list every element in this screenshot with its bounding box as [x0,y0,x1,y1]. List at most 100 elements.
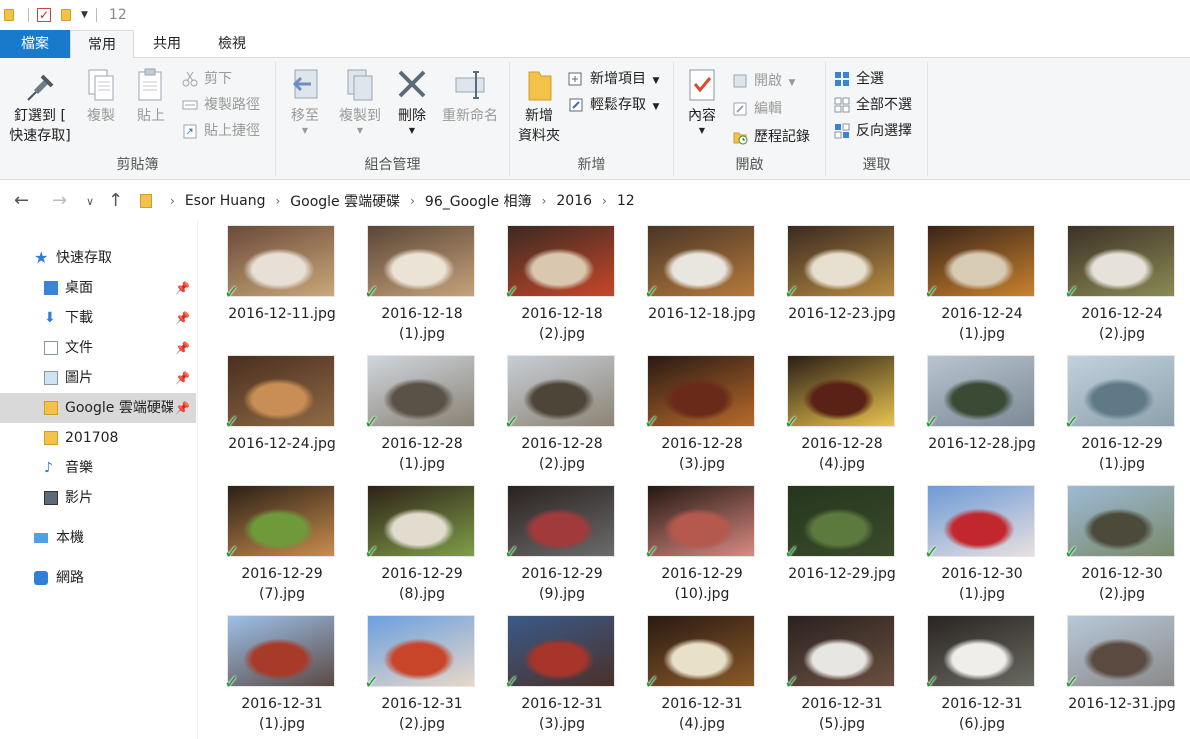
new-folder-button[interactable]: 新增 資料夾 [514,68,564,146]
easy-access-button[interactable]: 輕鬆存取 ▼ [568,94,659,116]
properties-chevron-icon: ▼ [698,126,706,135]
select-none-label: 全部不選 [856,97,912,113]
file-item[interactable]: ✓ 2016-12-29 (10).jpg [620,480,760,610]
pin-icon [24,68,56,102]
file-item[interactable]: ✓ 2016-12-29 (9).jpg [480,480,620,610]
file-item[interactable]: ✓ 2016-12-28 (1).jpg [340,350,480,480]
sidebar-item-documents[interactable]: 文件 📌 [0,333,196,363]
recent-locations-chevron-icon[interactable]: ∨ [86,195,94,208]
file-item[interactable]: ✓ 2016-12-31 (1).jpg [200,610,340,739]
sidebar-item-videos[interactable]: 影片 [0,483,196,513]
sidebar-item-desktop[interactable]: 桌面 📌 [0,273,196,303]
breadcrumb-chevron-icon[interactable]: › [170,194,175,208]
back-arrow-icon[interactable]: ← [14,190,29,211]
file-item[interactable]: ✓ 2016-12-29 (8).jpg [340,480,480,610]
sync-status-check-icon: ✓ [784,672,800,693]
sync-status-check-icon: ✓ [644,282,660,303]
file-item[interactable]: ✓ 2016-12-31 (5).jpg [760,610,900,739]
file-item[interactable]: ✓ 2016-12-28 (2).jpg [480,350,620,480]
properties-icon [686,68,718,102]
tab-view[interactable]: 檢視 [200,30,264,58]
tab-home[interactable]: 常用 [70,30,134,59]
file-item[interactable]: ✓ 2016-12-28 (4).jpg [760,350,900,480]
file-item[interactable]: ✓ 2016-12-24.jpg [200,350,340,480]
file-name: 2016-12-31.jpg [1068,696,1176,712]
invert-selection-button[interactable]: 反向選擇 [834,120,912,142]
file-item[interactable]: ✓ 2016-12-23.jpg [760,220,900,350]
breadcrumb-2016[interactable]: 2016 [556,193,592,209]
sync-status-check-icon: ✓ [1064,412,1080,433]
select-none-button[interactable]: 全部不選 [834,94,912,116]
paste-button[interactable]: 貼上 [128,68,174,126]
sync-status-check-icon: ✓ [644,542,660,563]
select-all-button[interactable]: 全選 [834,68,884,90]
file-item[interactable]: ✓ 2016-12-30 (2).jpg [1040,480,1180,610]
file-item[interactable]: ✓ 2016-12-31.jpg [1040,610,1180,739]
file-item[interactable]: ✓ 2016-12-24 (2).jpg [1040,220,1180,350]
copy-path-button[interactable]: 複製路徑 [182,94,260,116]
new-item-button[interactable]: 新增項目 ▼ [568,68,659,90]
select-group: 全選 全部不選 反向選擇 選取 [826,62,928,176]
tab-share[interactable]: 共用 [134,30,200,58]
breadcrumb-chevron-icon[interactable]: › [275,194,280,208]
select-all-label: 全選 [856,71,884,87]
file-item[interactable]: ✓ 2016-12-29.jpg [760,480,900,610]
delete-button[interactable]: 刪除 ▼ [390,68,434,136]
properties-icon[interactable]: ✓ [37,8,51,22]
sync-status-check-icon: ✓ [924,282,940,303]
breadcrumb-12[interactable]: 12 [617,193,635,209]
clipboard-group: 釘選到 [ 快速存取] 複製 貼上 剪下 複製路徑 貼上捷徑 剪貼簿 [0,62,276,176]
file-item[interactable]: ✓ 2016-12-31 (3).jpg [480,610,620,739]
sidebar-item-music[interactable]: ♪ 音樂 [0,453,196,483]
file-item[interactable]: ✓ 2016-12-24 (1).jpg [900,220,1040,350]
file-item[interactable]: ✓ 2016-12-18.jpg [620,220,760,350]
copy-path-label: 複製路徑 [204,97,260,113]
sidebar-item-network[interactable]: 網路 [0,563,196,593]
breadcrumb-chevron-icon[interactable]: › [602,194,607,208]
breadcrumb-google-drive[interactable]: Google 雲端硬碟 [290,191,400,211]
breadcrumb-esor-huang[interactable]: Esor Huang [185,193,266,209]
file-item[interactable]: ✓ 2016-12-31 (6).jpg [900,610,1040,739]
history-button[interactable]: 歷程記錄 [732,126,810,148]
sidebar-item-pictures[interactable]: 圖片 📌 [0,363,196,393]
copy-button[interactable]: 複製 [78,68,124,126]
sync-status-check-icon: ✓ [784,542,800,563]
new-folder-icon [523,68,555,102]
computer-icon [34,533,48,543]
sync-status-check-icon: ✓ [644,412,660,433]
file-item[interactable]: ✓ 2016-12-18 (2).jpg [480,220,620,350]
cut-button[interactable]: 剪下 [182,68,232,90]
file-item[interactable]: ✓ 2016-12-28.jpg [900,350,1040,480]
copy-to-icon [344,68,376,102]
move-to-button[interactable]: 移至 ▼ [280,68,330,136]
sidebar-item-201708[interactable]: 201708 [0,423,196,453]
file-item[interactable]: ✓ 2016-12-29 (7).jpg [200,480,340,610]
pin-to-quick-access-button[interactable]: 釘選到 [ 快速存取] [6,68,74,146]
rename-button[interactable]: 重新命名 [436,68,504,126]
customize-toolbar-chevron-icon[interactable]: ▼ [81,10,88,20]
up-arrow-icon[interactable]: ↑ [108,190,123,211]
open-button[interactable]: 開啟 ▼ [732,70,795,92]
edit-button[interactable]: 編輯 [732,98,782,120]
address-bar[interactable]: › Esor Huang › Google 雲端硬碟 › 96_Google 相… [134,187,1190,215]
new-folder-icon[interactable] [61,9,71,21]
file-item[interactable]: ✓ 2016-12-18 (1).jpg [340,220,480,350]
breadcrumb-google-photos[interactable]: 96_Google 相簿 [425,191,532,211]
file-item[interactable]: ✓ 2016-12-29 (1).jpg [1040,350,1180,480]
sidebar-item-this-pc[interactable]: 本機 [0,523,196,553]
file-item[interactable]: ✓ 2016-12-31 (2).jpg [340,610,480,739]
sidebar-item-quick-access[interactable]: ★ 快速存取 [0,243,196,273]
properties-button[interactable]: 內容 ▼ [678,68,726,136]
file-item[interactable]: ✓ 2016-12-28 (3).jpg [620,350,760,480]
file-item[interactable]: ✓ 2016-12-31 (4).jpg [620,610,760,739]
file-item[interactable]: ✓ 2016-12-30 (1).jpg [900,480,1040,610]
forward-arrow-icon[interactable]: → [52,190,67,211]
tab-file[interactable]: 檔案 [0,30,70,58]
sidebar-item-google-drive[interactable]: Google 雲端硬碟 📌 [0,393,196,423]
file-item[interactable]: ✓ 2016-12-11.jpg [200,220,340,350]
copy-to-button[interactable]: 複製到 ▼ [332,68,388,136]
breadcrumb-chevron-icon[interactable]: › [542,194,547,208]
breadcrumb-chevron-icon[interactable]: › [410,194,415,208]
paste-shortcut-button[interactable]: 貼上捷徑 [182,120,260,142]
sidebar-item-downloads[interactable]: ⬇ 下載 📌 [0,303,196,333]
